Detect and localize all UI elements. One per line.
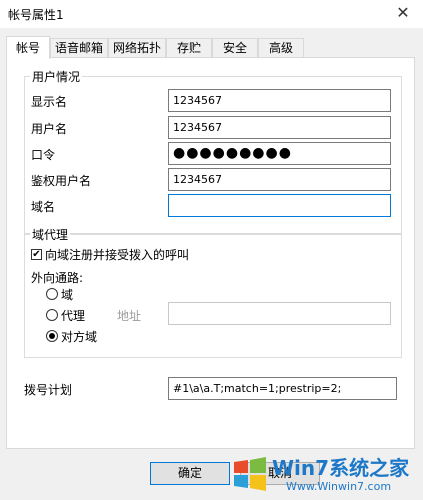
domain-label: 域名 [31, 200, 56, 214]
windows-logo-icon [234, 457, 266, 491]
username-field[interactable]: 1234567 [168, 116, 391, 139]
outbound-label: 外向通路: [31, 271, 84, 285]
tab-advanced[interactable]: 高级 [258, 38, 304, 57]
domain-proxy-legend: 域代理 [30, 226, 71, 243]
display-name-label: 显示名 [31, 95, 68, 109]
domain-field[interactable] [168, 194, 391, 217]
radio-proxy[interactable] [46, 309, 58, 321]
radio-domain-label[interactable]: 域 [61, 286, 73, 303]
radio-peer-domain[interactable] [46, 330, 58, 342]
tab-security[interactable]: 安全 [212, 38, 258, 57]
dial-plan-label: 拨号计划 [24, 383, 73, 397]
password-label: 口令 [31, 148, 56, 162]
tab-storage[interactable]: 存贮 [166, 38, 212, 57]
ok-button[interactable]: 确定 [150, 462, 230, 485]
address-field[interactable] [168, 302, 391, 325]
title-bar: 帐号属性1 ✕ [0, 0, 423, 28]
address-label: 地址 [117, 309, 142, 323]
user-info-legend: 用户情况 [30, 68, 83, 85]
auth-username-label: 鉴权用户名 [31, 174, 92, 188]
tab-account[interactable]: 帐号 [6, 36, 50, 59]
tab-panel-account: 用户情况 显示名 1234567 用户名 1234567 口令 ●●●●●●●●… [6, 57, 415, 449]
radio-selected-dot [49, 333, 55, 339]
window-title: 帐号属性1 [8, 8, 64, 22]
dial-plan-field[interactable]: #1\a\a.T;match=1;prestrip=2; [168, 377, 397, 400]
close-icon[interactable]: ✕ [391, 3, 415, 25]
watermark-brand: Win7系统之家 [272, 456, 410, 480]
tab-network-topology[interactable]: 网络拓扑 [108, 38, 166, 57]
display-name-field[interactable]: 1234567 [168, 89, 391, 112]
radio-domain[interactable] [46, 288, 58, 300]
auth-username-field[interactable]: 1234567 [168, 168, 391, 191]
username-label: 用户名 [31, 122, 68, 136]
watermark-url: Www.Winwin7.com [286, 480, 392, 493]
radio-proxy-label[interactable]: 代理 [61, 307, 85, 324]
radio-peer-domain-label[interactable]: 对方域 [61, 328, 97, 345]
watermark: Win7系统之家 Www.Winwin7.com [230, 450, 423, 500]
register-checkbox[interactable]: ✔ [31, 249, 42, 260]
password-field[interactable]: ●●●●●●●●● [168, 142, 391, 165]
tab-voicemail[interactable]: 语音邮箱 [50, 38, 108, 57]
register-checkbox-label[interactable]: 向域注册并接受拨入的呼叫 [45, 246, 189, 263]
